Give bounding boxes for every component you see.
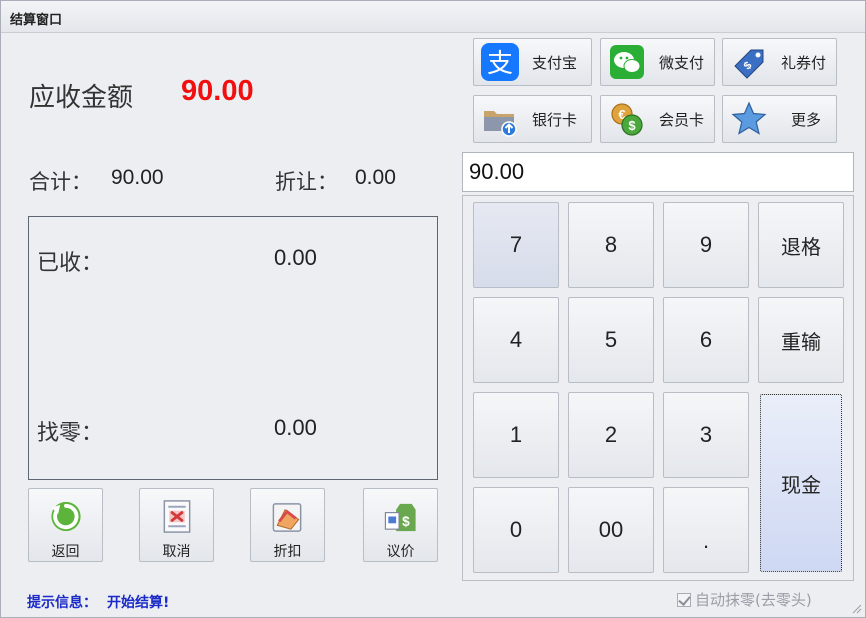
key-9[interactable]: 9	[663, 202, 749, 288]
svg-text:支: 支	[487, 49, 513, 79]
coupon-tag-icon: $	[734, 49, 764, 79]
price-tag-icon: $	[384, 503, 416, 532]
key-00[interactable]: 00	[568, 487, 654, 573]
amount-due-label: 应收金额	[29, 83, 134, 113]
total-value: 90.00	[111, 166, 164, 189]
window-title: 结算窗口	[1, 1, 865, 33]
hint-message: 开始结算!	[107, 595, 170, 611]
svg-text:$: $	[628, 118, 636, 133]
folder-upload-icon	[484, 111, 517, 137]
wechat-icon	[610, 45, 644, 79]
status-hint: 提示信息： 开始结算!	[27, 592, 169, 612]
alipay-icon: 支	[481, 43, 519, 81]
key-5[interactable]: 5	[568, 297, 654, 383]
change-label: 找零：	[37, 421, 104, 446]
keypad: 7 8 9 退格 4 5 6 重输 1 2 3 现金 0 00 .	[462, 195, 854, 581]
discount-pencil-icon	[272, 503, 301, 532]
more-payments-button[interactable]: 更多	[722, 95, 837, 143]
received-label: 已收：	[37, 251, 104, 276]
total-label: 合计：	[29, 170, 92, 194]
key-7[interactable]: 7	[473, 202, 559, 288]
summary-pane: 应收金额 90.00 合计： 90.00 折让： 0.00 已收： 0.00 找…	[7, 35, 456, 613]
wechat-pay-button[interactable]: 微支付	[600, 38, 715, 86]
refresh-back-icon	[50, 501, 81, 532]
bank-card-label: 银行卡	[532, 110, 578, 129]
key-8[interactable]: 8	[568, 202, 654, 288]
discount-amount-value: 0.00	[355, 166, 396, 189]
amount-due-value: 90.00	[181, 75, 254, 107]
key-0[interactable]: 0	[473, 487, 559, 573]
amount-input[interactable]: 90.00	[462, 152, 854, 192]
coupon-pay-label: 礼券付	[781, 53, 827, 72]
back-button[interactable]: 返回	[28, 488, 103, 562]
key-6[interactable]: 6	[663, 297, 749, 383]
negotiate-price-button[interactable]: $ 议价	[363, 488, 438, 562]
back-button-label: 返回	[51, 544, 80, 560]
key-2[interactable]: 2	[568, 392, 654, 478]
discount-button[interactable]: 折扣	[250, 488, 325, 562]
checkbox-checked-icon[interactable]	[677, 592, 691, 607]
discount-amount-label: 折让：	[275, 170, 338, 194]
star-icon	[731, 101, 767, 135]
cash-pay-button[interactable]: 现金	[760, 394, 842, 572]
checkout-window: 结算窗口 应收金额 90.00 合计： 90.00 折让： 0.00 已收： 0…	[0, 0, 866, 618]
svg-text:$: $	[402, 514, 410, 529]
key-3[interactable]: 3	[663, 392, 749, 478]
received-value: 0.00	[274, 245, 317, 270]
received-panel: 已收： 0.00 找零： 0.00	[28, 216, 438, 480]
coins-icon: € $	[611, 103, 643, 136]
change-value: 0.00	[274, 415, 317, 440]
discount-button-label: 折扣	[273, 544, 302, 560]
cancel-document-icon	[163, 500, 190, 533]
member-card-button[interactable]: € $ 会员卡	[600, 95, 715, 143]
backspace-key[interactable]: 退格	[758, 202, 844, 288]
key-decimal-point[interactable]: .	[663, 487, 749, 573]
coupon-pay-button[interactable]: $ 礼券付	[722, 38, 837, 86]
bank-card-button[interactable]: 银行卡	[473, 95, 592, 143]
key-1[interactable]: 1	[473, 392, 559, 478]
member-card-label: 会员卡	[659, 110, 705, 129]
auto-round-label: 自动抹零(去零头)	[695, 591, 812, 609]
cancel-button[interactable]: 取消	[139, 488, 214, 562]
cancel-button-label: 取消	[162, 544, 191, 560]
alipay-button[interactable]: 支 支付宝	[473, 38, 592, 86]
key-4[interactable]: 4	[473, 297, 559, 383]
reset-key[interactable]: 重输	[758, 297, 844, 383]
alipay-label: 支付宝	[532, 53, 578, 72]
hint-label: 提示信息：	[27, 595, 97, 611]
auto-round-checkbox[interactable]: 自动抹零(去零头)	[677, 589, 812, 610]
wechat-pay-label: 微支付	[659, 53, 705, 72]
more-payments-label: 更多	[791, 110, 822, 129]
negotiate-button-label: 议价	[386, 544, 415, 560]
resize-grip-icon[interactable]	[850, 602, 862, 614]
